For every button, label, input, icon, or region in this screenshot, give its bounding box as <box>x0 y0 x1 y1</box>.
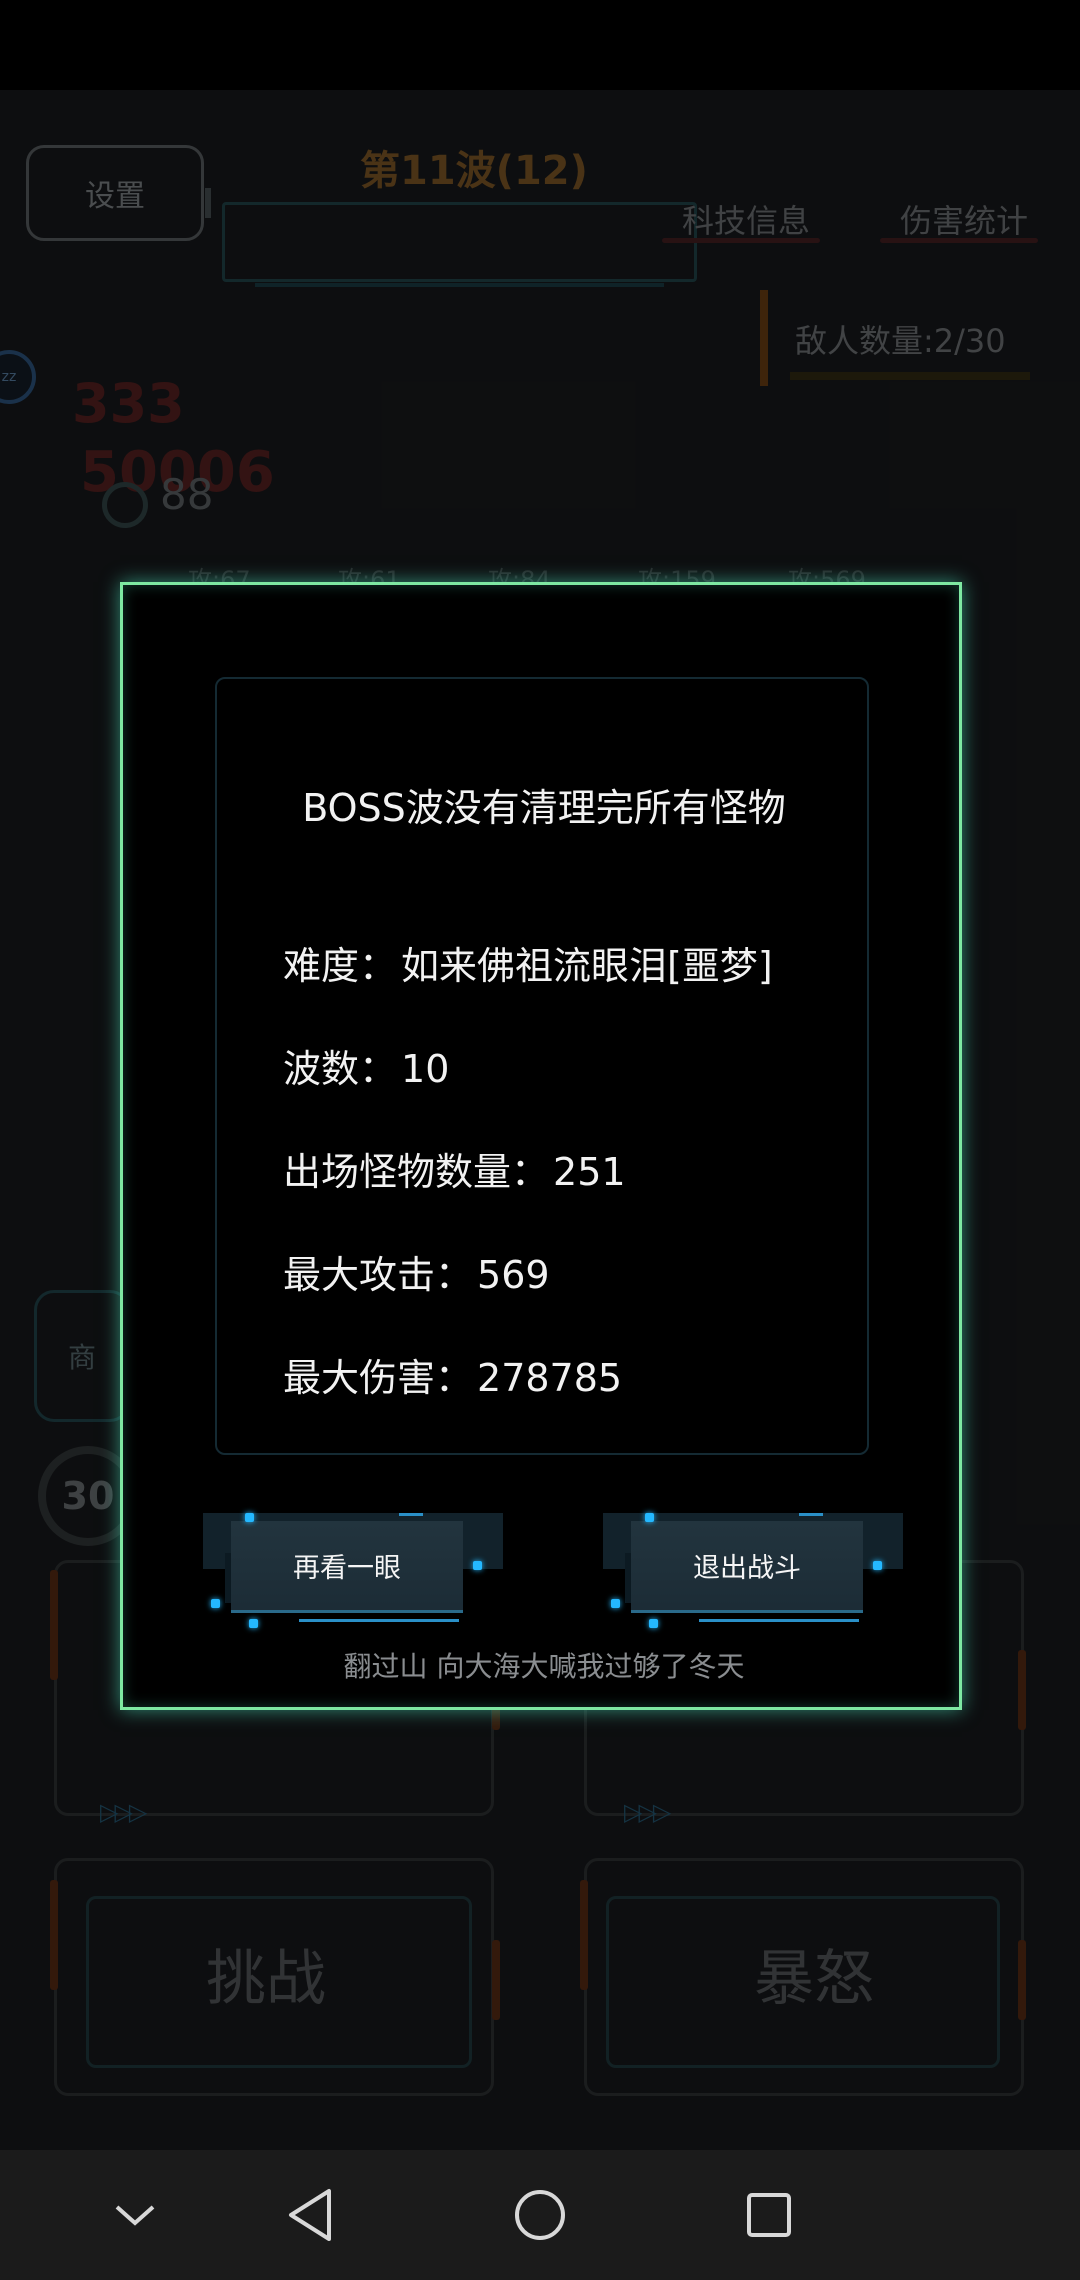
stat-max-damage: 最大伤害： 278785 <box>283 1347 622 1402</box>
stat-wave: 波数： 10 <box>283 1038 449 1093</box>
ring-value: 88 <box>160 470 214 519</box>
status-bar <box>0 0 1080 90</box>
result-dialog: BOSS波没有清理完所有怪物 难度： 如来佛祖流眼泪[噩梦] 波数： 10 出场怪物… <box>120 582 962 1710</box>
stat-value: 10 <box>401 1047 450 1091</box>
stat-label: 出场怪物数量： <box>283 1150 550 1194</box>
glow-dot-icon <box>873 1561 882 1570</box>
wave-frame <box>222 202 697 287</box>
glow-dot-icon <box>245 1513 254 1522</box>
ring-icon <box>102 482 148 528</box>
dialog-footer-text: 翻过山 向大海大喊我过够了冬天 <box>343 1650 745 1683</box>
glow-dot-icon <box>249 1619 258 1628</box>
look-again-label: 再看一眼 <box>231 1521 463 1613</box>
chevron-down-icon[interactable] <box>90 2170 180 2260</box>
enemy-indicator-bar <box>760 290 768 386</box>
look-again-button[interactable]: 再看一眼 <box>203 1513 533 1643</box>
panel-accent <box>580 1880 588 1990</box>
stat-difficulty: 难度： 如来佛祖流眼泪[噩梦] <box>283 935 773 990</box>
stat-label: 最大伤害： <box>283 1356 474 1400</box>
navigation-bar <box>0 2150 1080 2280</box>
glow-dot-icon <box>645 1513 654 1522</box>
glow-line <box>699 1619 859 1622</box>
stat-label: 波数： <box>283 1047 398 1091</box>
recents-icon[interactable] <box>724 2170 814 2260</box>
back-icon[interactable] <box>265 2170 355 2260</box>
exit-battle-button[interactable]: 退出战斗 <box>603 1513 933 1643</box>
stat-value: 569 <box>477 1253 550 1297</box>
damage-stats-button[interactable]: 伤害统计 <box>879 196 1039 243</box>
stat-max-attack: 最大攻击： 569 <box>283 1244 550 1299</box>
stat-monster-count: 出场怪物数量： 251 <box>283 1141 626 1196</box>
arrows-icon: ▷▷▷ <box>100 1798 147 1826</box>
glow-dot-icon <box>473 1561 482 1570</box>
enemy-count: 敌人数量:2/30 <box>795 322 1006 360</box>
stat-label: 难度： <box>283 944 398 988</box>
stat-value: 278785 <box>477 1356 623 1400</box>
enemy-progress-bar <box>790 372 1030 380</box>
glow-dot-icon <box>611 1599 620 1608</box>
panel-accent <box>1018 1650 1026 1730</box>
panel-accent <box>50 1570 58 1680</box>
glow-line <box>799 1513 823 1516</box>
dialog-title: BOSS波没有清理完所有怪物 <box>302 786 786 830</box>
shop-label: 商 <box>67 1341 96 1374</box>
stat-label: 最大攻击： <box>283 1253 474 1297</box>
panel-accent <box>492 1940 500 2020</box>
wave-title: 第11波(12) <box>360 148 588 194</box>
tech-info-button[interactable]: 科技信息 <box>661 196 821 243</box>
stat-value: 如来佛祖流眼泪[噩梦] <box>401 944 773 988</box>
glow-dot-icon <box>211 1599 220 1608</box>
floating-number-333: 333 <box>72 372 185 435</box>
exit-battle-label: 退出战斗 <box>631 1521 863 1613</box>
challenge-button[interactable]: 挑战 <box>56 1868 476 2078</box>
glow-line <box>299 1619 459 1622</box>
arrows-icon: ▷▷▷ <box>624 1798 671 1826</box>
glow-line <box>399 1513 423 1516</box>
glow-dot-icon <box>649 1619 658 1628</box>
settings-label: 设置 <box>85 179 145 214</box>
shop-button[interactable]: 商 <box>34 1290 130 1422</box>
settings-button[interactable]: 设置 <box>26 145 211 241</box>
home-icon[interactable] <box>495 2170 585 2260</box>
stat-value: 251 <box>553 1150 626 1194</box>
badge-value: 30 <box>61 1474 115 1518</box>
fury-button[interactable]: 暴怒 <box>604 1868 1024 2078</box>
